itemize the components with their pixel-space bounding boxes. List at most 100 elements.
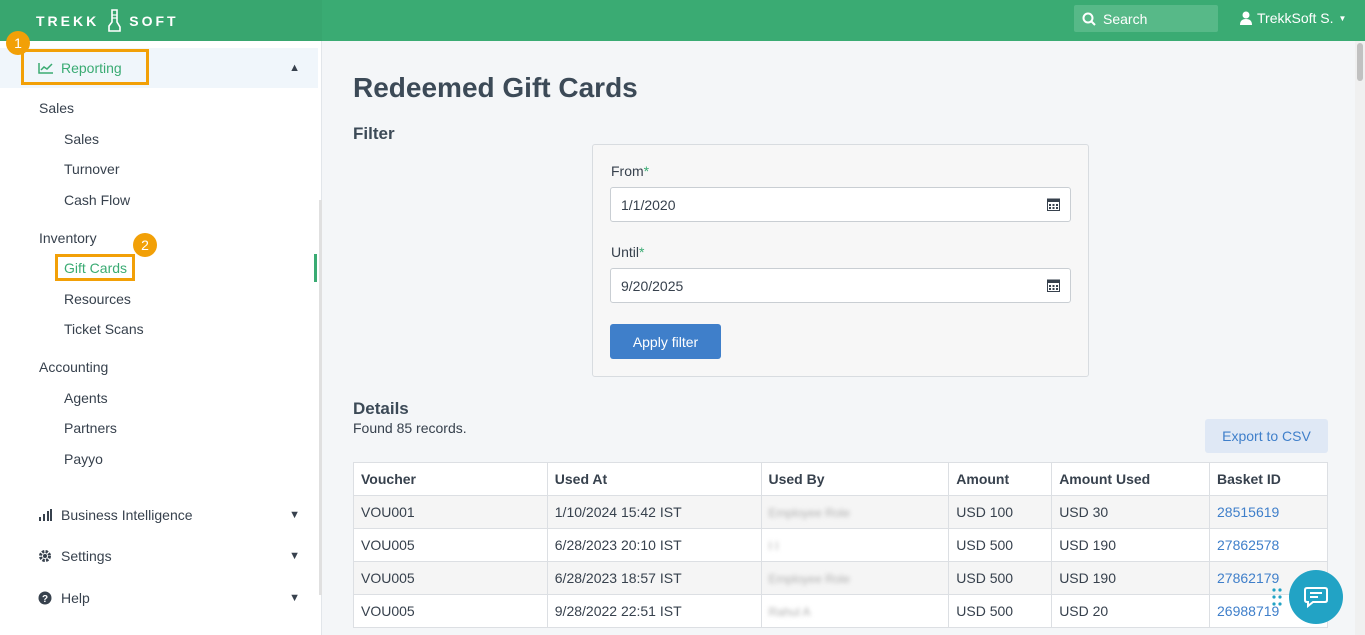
caret-down-icon: ▼ [1338, 13, 1347, 23]
filter-panel: From* 1/1/2020 Until* 9/20/2025 Apply fi… [592, 144, 1089, 377]
user-menu[interactable]: TrekkSoft S. ▼ [1240, 10, 1346, 26]
page-title: Redeemed Gift Cards [353, 72, 638, 103]
cell-amount-used: USD 20 [1051, 594, 1211, 628]
until-date-field[interactable]: 9/20/2025 [610, 268, 1071, 303]
sidebar-item-label: Help [61, 590, 90, 606]
chevron-up-icon: ▲ [289, 62, 300, 74]
export-csv-button[interactable]: Export to CSV [1205, 419, 1328, 453]
cell-amount: USD 500 [948, 528, 1053, 562]
apply-filter-button[interactable]: Apply filter [610, 324, 721, 359]
sidebar-item-label: Business Intelligence [61, 507, 193, 523]
column-header-amount-used[interactable]: Amount Used [1051, 462, 1211, 496]
sidebar-item-agents[interactable]: Agents [64, 390, 108, 406]
cell-used-by: Employee Role [760, 561, 950, 595]
cell-amount: USD 500 [948, 594, 1053, 628]
user-icon [1240, 11, 1252, 25]
sidebar-item-settings[interactable]: Settings ▼ [0, 536, 318, 576]
sidebar-group-inventory: Inventory [39, 230, 97, 246]
sidebar-item-payyo[interactable]: Payyo [64, 451, 103, 467]
sidebar-item-help[interactable]: ? Help ▼ [0, 578, 318, 618]
until-date-value: 9/20/2025 [621, 277, 684, 294]
from-label: From* [611, 163, 650, 179]
column-header-voucher[interactable]: Voucher [353, 462, 548, 496]
cell-voucher: VOU005 [353, 594, 548, 628]
basket-link[interactable]: 27862578 [1217, 537, 1279, 553]
chat-icon [1304, 587, 1328, 609]
cell-amount-used: USD 30 [1051, 495, 1211, 529]
cell-amount-used: USD 190 [1051, 561, 1211, 595]
sidebar-item-sales[interactable]: Sales [64, 131, 99, 147]
basket-link[interactable]: 26988719 [1217, 603, 1279, 619]
scrollbar-thumb[interactable] [1357, 43, 1363, 81]
user-name: TrekkSoft S. [1257, 10, 1334, 26]
table-row: VOU005 9/28/2022 22:51 IST Rahul A USD 5… [353, 594, 1328, 628]
search-input[interactable]: Search [1074, 5, 1218, 32]
sidebar-item-resources[interactable]: Resources [64, 291, 131, 307]
from-date-value: 1/1/2020 [621, 196, 676, 213]
calendar-icon[interactable] [1047, 197, 1060, 211]
details-heading: Details [353, 399, 409, 418]
basket-link[interactable]: 28515619 [1217, 504, 1279, 520]
filter-heading: Filter [353, 124, 395, 143]
column-header-used-at[interactable]: Used At [546, 462, 762, 496]
chevron-down-icon: ▼ [289, 509, 300, 521]
blurred-name: Employee Role [768, 506, 850, 520]
sidebar-group-accounting: Accounting [39, 359, 109, 375]
cell-amount: USD 100 [948, 495, 1053, 529]
logo-text-left: TREKK [36, 13, 100, 29]
cell-basket-id: 28515619 [1209, 495, 1328, 529]
step-badge-2: 2 [133, 233, 157, 257]
table-header-row: Voucher Used At Used By Amount Amount Us… [353, 462, 1328, 496]
required-mark: * [639, 244, 645, 260]
column-header-basket-id[interactable]: Basket ID [1209, 462, 1328, 496]
blurred-name: I I [768, 539, 779, 553]
drag-handle-icon[interactable] [1271, 587, 1283, 607]
cell-used-at: 6/28/2023 18:57 IST [546, 561, 762, 595]
search-placeholder: Search [1103, 10, 1148, 27]
cell-amount: USD 500 [948, 561, 1053, 595]
highlight-box-gift-cards [55, 254, 135, 281]
sidebar-item-business-intelligence[interactable]: Business Intelligence ▼ [0, 495, 318, 535]
active-indicator [314, 254, 317, 282]
gear-icon [38, 549, 54, 563]
sidebar-scrollbar[interactable] [319, 200, 322, 595]
blurred-name: Employee Role [768, 572, 850, 586]
cell-basket-id: 27862578 [1209, 528, 1328, 562]
sidebar-item-partners[interactable]: Partners [64, 420, 117, 436]
cell-used-at: 6/28/2023 20:10 IST [546, 528, 762, 562]
trekksoft-logo[interactable]: TREKK SOFT [36, 9, 179, 33]
records-count: Found 85 records. [353, 420, 467, 436]
cell-used-by: Rahul A [760, 594, 950, 628]
chevron-down-icon: ▼ [289, 592, 300, 604]
cell-used-by: Employee Role [760, 495, 950, 529]
chevron-down-icon: ▼ [289, 550, 300, 562]
table-row: VOU005 6/28/2023 20:10 IST I I USD 500 U… [353, 528, 1328, 562]
highlight-box-reporting [21, 49, 149, 85]
cell-used-by: I I [760, 528, 950, 562]
basket-link[interactable]: 27862179 [1217, 570, 1279, 586]
chat-launcher-button[interactable] [1289, 570, 1343, 624]
until-label: Until* [611, 244, 645, 260]
step-badge-1: 1 [6, 31, 30, 55]
logo-text-right: SOFT [129, 13, 179, 29]
gift-cards-table: Voucher Used At Used By Amount Amount Us… [353, 462, 1328, 628]
sidebar-item-ticket-scans[interactable]: Ticket Scans [64, 321, 144, 337]
search-icon [1082, 12, 1096, 26]
column-header-used-by[interactable]: Used By [760, 462, 950, 496]
table-row: VOU005 6/28/2023 18:57 IST Employee Role… [353, 561, 1328, 595]
boot-icon [108, 9, 122, 32]
from-date-field[interactable]: 1/1/2020 [610, 187, 1071, 222]
column-header-amount[interactable]: Amount [948, 462, 1053, 496]
cell-used-at: 1/10/2024 15:42 IST [546, 495, 762, 529]
required-mark: * [643, 163, 650, 179]
page-scrollbar[interactable] [1355, 41, 1365, 635]
cell-voucher: VOU001 [353, 495, 548, 529]
table-row: VOU001 1/10/2024 15:42 IST Employee Role… [353, 495, 1328, 529]
cell-voucher: VOU005 [353, 561, 548, 595]
sidebar-item-turnover[interactable]: Turnover [64, 161, 120, 177]
calendar-icon[interactable] [1047, 278, 1060, 292]
cell-amount-used: USD 190 [1051, 528, 1211, 562]
blurred-name: Rahul A [768, 605, 811, 619]
cell-used-at: 9/28/2022 22:51 IST [546, 594, 762, 628]
sidebar-item-cash-flow[interactable]: Cash Flow [64, 192, 130, 208]
